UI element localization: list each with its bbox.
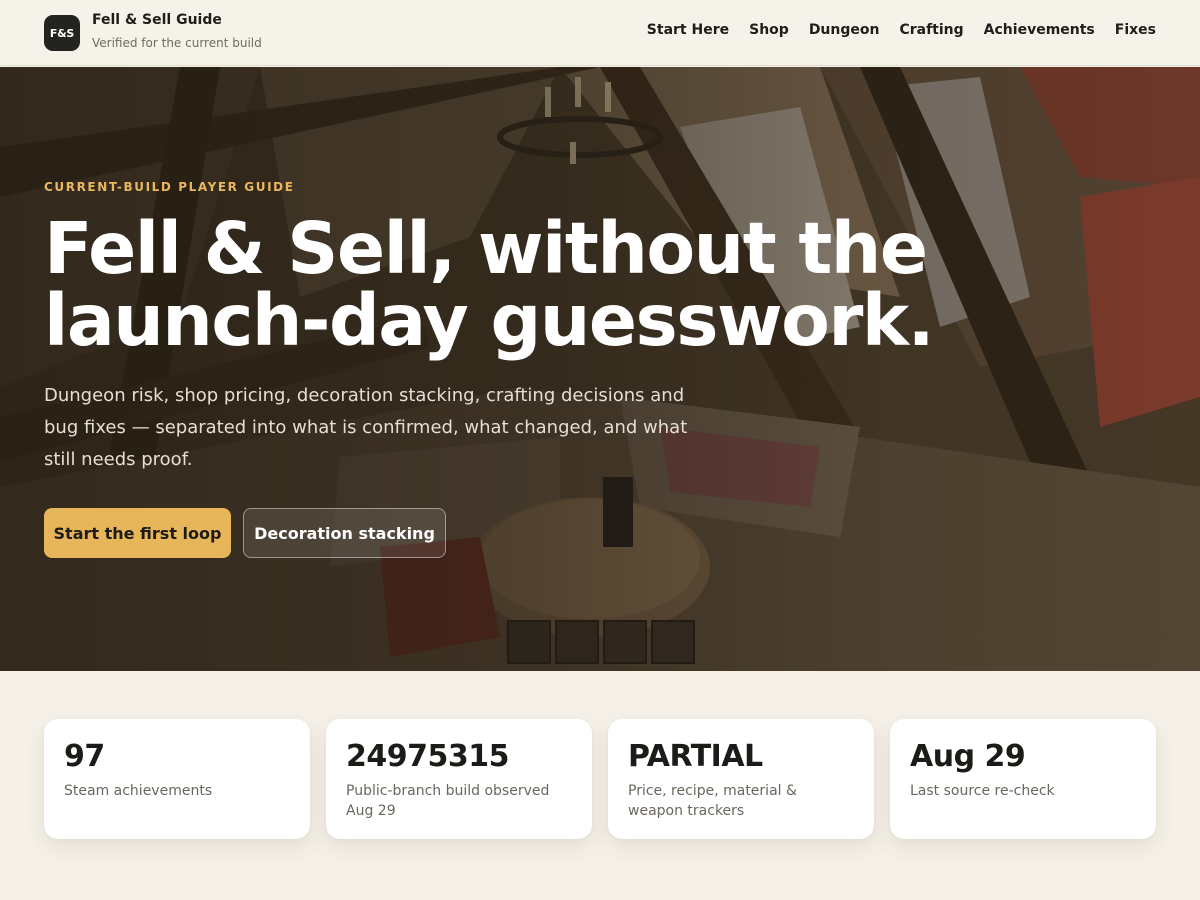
decoration-stacking-button[interactable]: Decoration stacking bbox=[243, 508, 446, 558]
nav-link-dungeon[interactable]: Dungeon bbox=[809, 22, 880, 38]
stat-value: PARTIAL bbox=[628, 739, 763, 774]
stat-value: 24975315 bbox=[346, 739, 510, 774]
hero-overlay bbox=[0, 67, 1200, 671]
hero-title-line-2: launch-day guesswork. bbox=[44, 279, 935, 362]
hero-section: CURRENT-BUILD PLAYER GUIDE Fell & Sell, … bbox=[0, 67, 1200, 671]
hero-lead: Dungeon risk, shop pricing, decoration s… bbox=[44, 385, 688, 470]
brand-logo[interactable]: F&S bbox=[44, 15, 80, 51]
stat-label: Last source re-check bbox=[910, 783, 1055, 799]
stat-card-recheck: Aug 29 Last source re-check bbox=[890, 719, 1156, 839]
nav-link-fixes[interactable]: Fixes bbox=[1115, 22, 1156, 38]
site-header: F&S Fell & Sell Guide Verified for the c… bbox=[0, 0, 1200, 66]
stat-label: Steam achievements bbox=[64, 783, 213, 799]
stat-value: 97 bbox=[64, 739, 105, 774]
stat-label: Price, recipe, material & weapon tracker… bbox=[628, 783, 797, 819]
stat-card-trackers: PARTIAL Price, recipe, material & weapon… bbox=[608, 719, 874, 839]
nav-link-crafting[interactable]: Crafting bbox=[899, 22, 963, 38]
stat-label: Public-branch build observed Aug 29 bbox=[346, 783, 550, 819]
nav-link-achievements[interactable]: Achievements bbox=[984, 22, 1095, 38]
stat-card-build: 24975315 Public-branch build observed Au… bbox=[326, 719, 592, 839]
start-first-loop-button[interactable]: Start the first loop bbox=[44, 508, 231, 558]
main-nav: Start Here Shop Dungeon Crafting Achieve… bbox=[647, 22, 1156, 38]
hero-title-line-1: Fell & Sell, without the bbox=[44, 207, 928, 290]
hero-eyebrow: CURRENT-BUILD PLAYER GUIDE bbox=[44, 180, 295, 194]
stat-value: Aug 29 bbox=[910, 739, 1026, 774]
stat-card-achievements: 97 Steam achievements bbox=[44, 719, 310, 839]
hero-title: Fell & Sell, without the launch-day gues… bbox=[44, 213, 944, 357]
stats-row: 97 Steam achievements 24975315 Public-br… bbox=[44, 719, 1156, 839]
nav-link-start-here[interactable]: Start Here bbox=[647, 22, 729, 38]
nav-link-shop[interactable]: Shop bbox=[749, 22, 789, 38]
brand-tagline: Verified for the current build bbox=[92, 36, 262, 50]
brand-name[interactable]: Fell & Sell Guide bbox=[92, 12, 222, 28]
